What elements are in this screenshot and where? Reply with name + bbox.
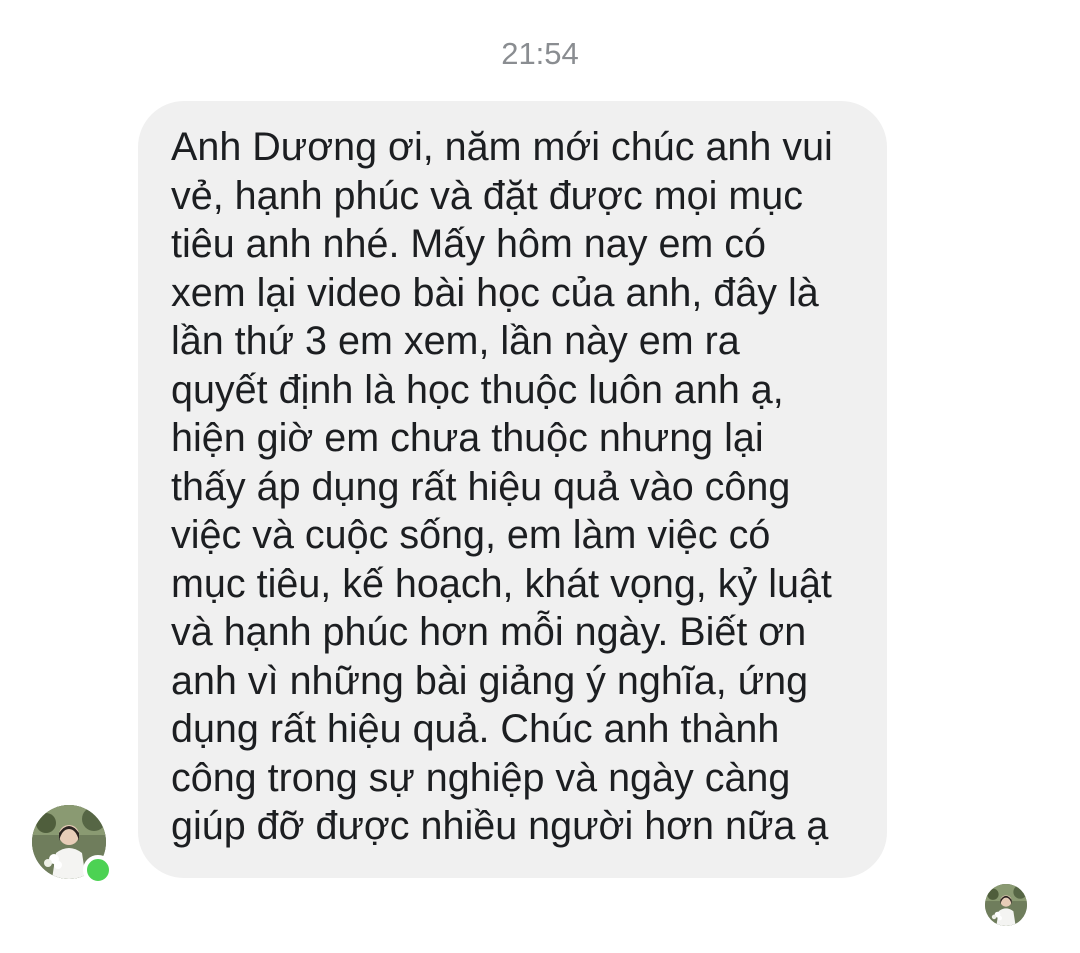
seen-avatar-photo-icon — [985, 884, 1027, 926]
seen-avatar — [985, 884, 1027, 926]
chat-timestamp: 21:54 — [501, 36, 579, 71]
message-bubble[interactable]: Anh Dương ơi, năm mới chúc anh vui vẻ, h… — [138, 101, 887, 878]
message-text: Anh Dương ơi, năm mới chúc anh vui vẻ, h… — [171, 125, 833, 848]
online-dot-icon — [83, 855, 113, 885]
